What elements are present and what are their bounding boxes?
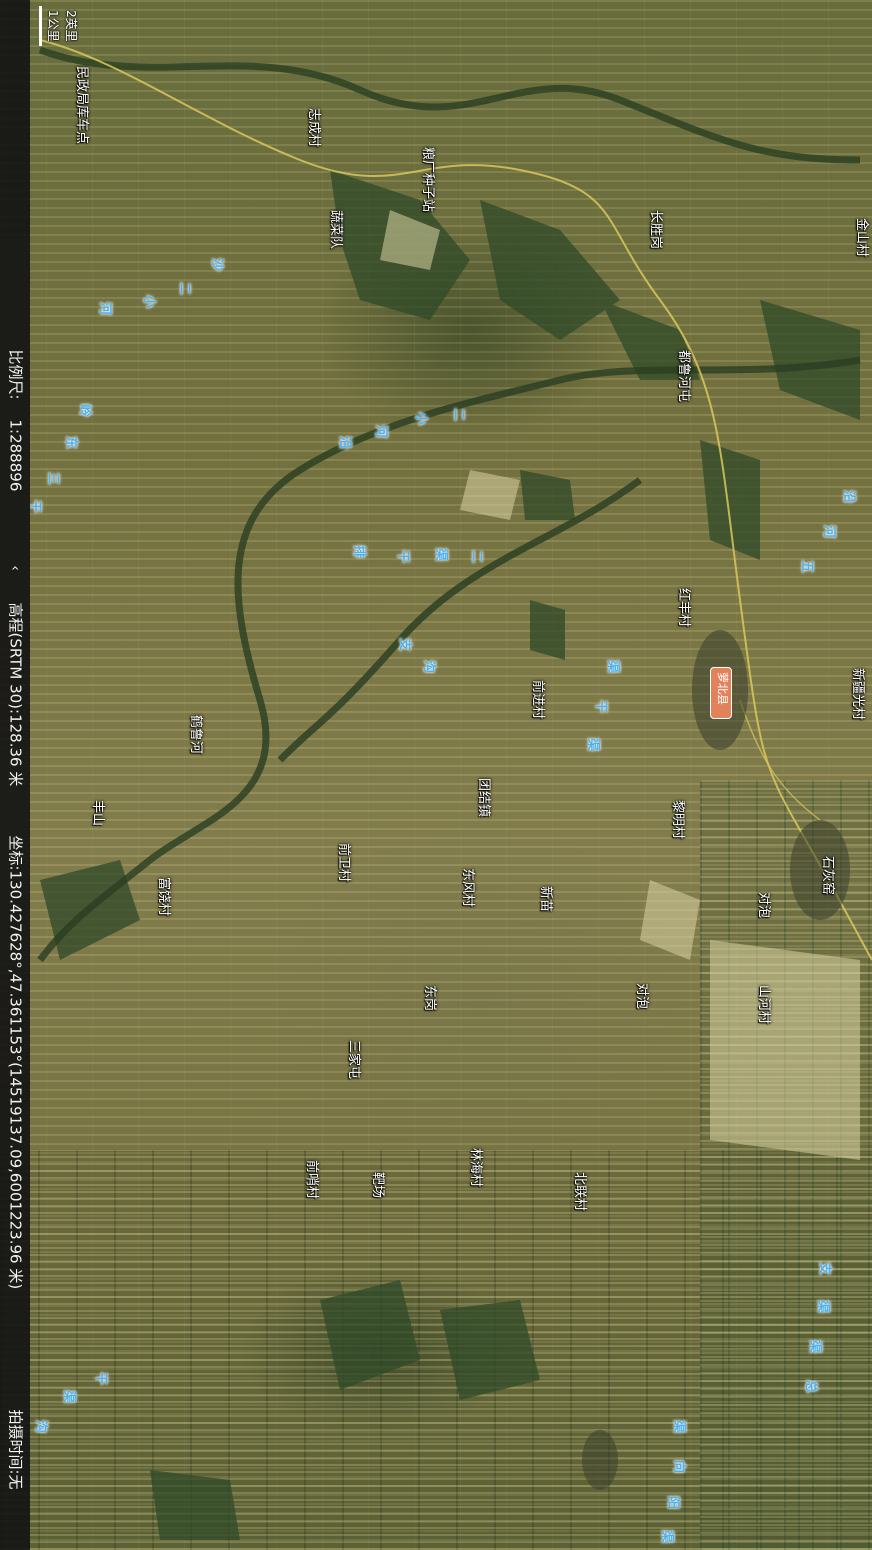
water-label: 沿 [841, 490, 856, 504]
place-label[interactable]: 东风村 [460, 868, 475, 907]
place-label[interactable]: 前哨村 [304, 1160, 319, 1199]
water-label: 沿 [337, 436, 352, 450]
water-label: 沟 [33, 1420, 48, 1434]
capture-time: 拍摄时间:无 [6, 1409, 25, 1490]
scale-label: 比例尺: [6, 349, 25, 400]
elevation-readout: 高程(SRTM 30):128.36 米 [6, 602, 25, 787]
water-label: 五 [799, 560, 814, 574]
water-label: 东 [63, 436, 78, 450]
coordinate-readout: 坐标:130.427628°,47.361153°(14519137.09,60… [6, 835, 25, 1290]
water-label: 向 [671, 1460, 686, 1474]
water-label: 三 [45, 472, 60, 486]
place-label[interactable]: 新苗 [538, 886, 553, 912]
place-label[interactable]: 三家屯 [346, 1040, 361, 1079]
place-label[interactable]: 靶场 [370, 1172, 385, 1198]
place-label[interactable]: 粮厂种子站 [420, 147, 435, 212]
place-label[interactable]: 丰山 [90, 800, 105, 826]
water-label: 渠 [671, 1420, 686, 1434]
place-label[interactable]: 红丰村 [676, 588, 691, 627]
place-label[interactable]: 石灰窑 [820, 856, 835, 895]
place-label[interactable]: 前卫村 [336, 843, 351, 882]
chevron-down-icon[interactable]: ‹ [7, 560, 23, 576]
place-label[interactable]: 富饶村 [156, 877, 171, 916]
water-label: 二 [177, 282, 192, 296]
water-label: 小 [413, 412, 428, 426]
place-label[interactable]: 鹤鲁河 [188, 715, 203, 754]
water-label: 二 [469, 550, 484, 564]
water-label: 渠 [815, 1300, 830, 1314]
water-label: 河 [97, 302, 112, 316]
water-label: 排 [351, 545, 366, 559]
town-badge[interactable]: 萝北县 [710, 667, 732, 719]
place-label[interactable]: 新疆光村 [850, 668, 865, 720]
water-label: 渠 [659, 1530, 674, 1544]
satellite-map[interactable]: 民政局库车点 志成村 粮厂种子站 长胜岗 金山村 蔬菜队 都鲁河屯 红丰村 新疆… [0, 0, 872, 1550]
place-label[interactable]: 长胜岗 [648, 210, 663, 249]
place-label[interactable]: 对泡 [756, 892, 771, 918]
water-label: 渠 [433, 548, 448, 562]
secondary-road [739, 699, 821, 821]
place-label[interactable]: 志成村 [306, 108, 321, 147]
map-status-bar: 比例尺: 1:288896 ‹ 高程(SRTM 30):128.36 米 坐标:… [0, 0, 30, 1550]
water-label: 干 [593, 700, 608, 714]
place-label[interactable]: 蔬菜队 [328, 210, 343, 249]
water-label: 岭 [77, 404, 92, 418]
place-label[interactable]: 都鲁河屯 [676, 350, 691, 402]
water-label: 总 [803, 1380, 818, 1394]
place-label[interactable]: 黎明村 [670, 800, 685, 839]
water-label: 小 [141, 295, 156, 309]
scale-mi-label: 2英里 [64, 10, 78, 42]
water-label: 支 [817, 1262, 832, 1276]
water-label: 河 [373, 425, 388, 439]
water-label: 渠 [605, 660, 620, 674]
water-label: 渠 [585, 738, 600, 752]
place-label[interactable]: 山河村 [756, 985, 771, 1024]
water-label: 干 [395, 550, 410, 564]
water-label: 阳 [665, 1496, 680, 1510]
scale-bar: 1公里 2英里 [36, 4, 78, 46]
water-label: 干 [93, 1372, 108, 1386]
town-badge-label: 萝北县 [716, 672, 729, 705]
map-features [37, 39, 872, 1540]
place-label[interactable]: 北联村 [572, 1172, 587, 1211]
water-label: 渠 [807, 1340, 822, 1354]
place-label[interactable]: 对泡 [634, 983, 649, 1009]
water-label: 渠 [61, 1390, 76, 1404]
place-label[interactable]: 民政局库车点 [74, 66, 89, 144]
water-label: 沟 [421, 660, 436, 674]
water-label: 支 [397, 638, 412, 652]
water-label: 沙 [209, 258, 224, 272]
scale-value: 1:288896 [6, 419, 25, 492]
forest-patches [40, 170, 860, 1540]
scale-km-label: 1公里 [46, 10, 60, 42]
place-label[interactable]: 前进村 [530, 680, 545, 719]
place-label[interactable]: 东岗 [422, 985, 437, 1011]
place-label[interactable]: 林海村 [468, 1148, 483, 1187]
water-label: 二 [451, 408, 466, 422]
place-label[interactable]: 金山村 [854, 218, 869, 257]
place-label[interactable]: 团结镇 [476, 778, 491, 817]
water-label: 河 [821, 525, 836, 539]
